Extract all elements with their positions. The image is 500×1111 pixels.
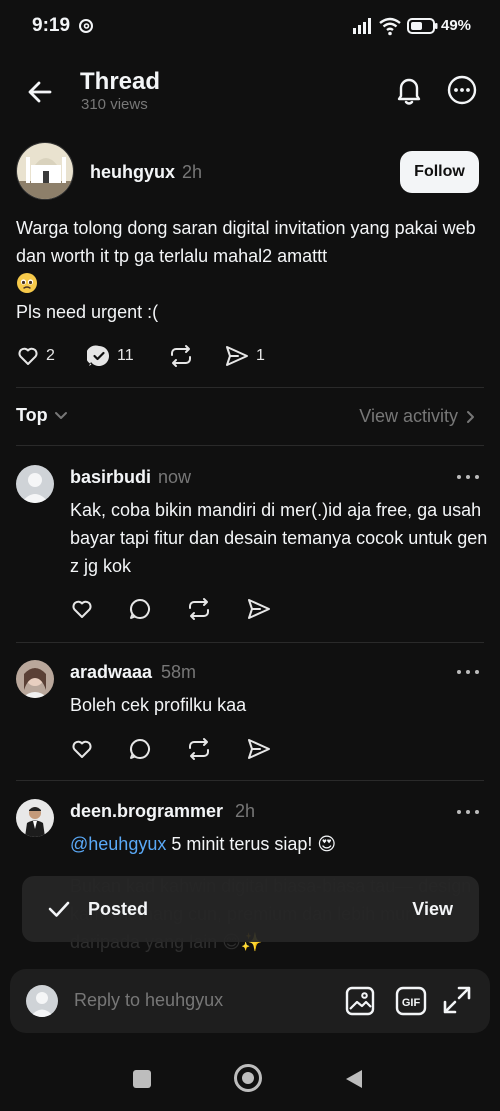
divider [16, 780, 484, 781]
avatar [26, 985, 58, 1017]
mention-link[interactable]: @heuhgyux [70, 834, 166, 854]
image-icon[interactable] [344, 985, 376, 1017]
posted-toast: Posted View [22, 876, 479, 942]
view-activity-link[interactable]: View activity [359, 406, 476, 427]
status-bar: 9:19 49% [0, 0, 500, 54]
comment-username[interactable]: deen.brogrammer [70, 801, 223, 822]
chevron-right-icon [466, 410, 476, 424]
comment-username[interactable]: basirbudi [70, 467, 151, 488]
view-activity-label: View activity [359, 406, 458, 426]
wifi-icon [378, 16, 402, 36]
follow-button[interactable]: Follow [400, 151, 479, 193]
signal-icon [352, 17, 374, 35]
share-count: 1 [256, 347, 265, 364]
back-arrow-icon[interactable] [24, 76, 56, 108]
avatar[interactable] [16, 799, 54, 837]
back-nav-icon[interactable] [344, 1068, 364, 1090]
sort-dropdown[interactable]: Top [16, 405, 68, 426]
reply-input[interactable]: Reply to heuhgyux [74, 990, 223, 1011]
reply-count: 11 [117, 347, 134, 364]
share-button[interactable]: 1 [224, 344, 265, 368]
post-text-line1: Warga tolong dong saran digital invitati… [16, 218, 476, 266]
recents-button[interactable] [133, 1070, 151, 1088]
bell-icon[interactable] [393, 74, 425, 106]
send-icon [224, 344, 250, 368]
toast-view-button[interactable]: View [412, 899, 453, 920]
comment-text: Kak, coba bikin mandiri di mer(.)id aja … [70, 500, 488, 576]
home-button[interactable] [234, 1064, 262, 1092]
comment-time: now [158, 467, 192, 487]
more-icon[interactable] [455, 668, 481, 678]
status-time: 9:19 [32, 15, 71, 36]
heart-icon [16, 344, 40, 368]
comment-text: Boleh cek profilku kaa [70, 695, 247, 715]
battery-percent: 49% [441, 17, 472, 34]
comment-username[interactable]: aradwaaa [70, 662, 152, 683]
chevron-down-icon [54, 411, 68, 421]
pleading-emoji-icon [16, 272, 38, 294]
repost-icon[interactable] [186, 737, 212, 761]
repost-icon[interactable] [186, 597, 212, 621]
comment-time: 2h [235, 801, 256, 821]
comment-text: @heuhgyux 5 minit terus siap! 😍 [70, 830, 488, 858]
divider [16, 445, 484, 446]
page-title: Thread [80, 68, 161, 95]
threads-icon [78, 18, 94, 34]
view-count: 310 views [81, 96, 148, 113]
reply-check-icon [87, 344, 111, 368]
like-button[interactable]: 2 [16, 344, 55, 368]
more-icon[interactable] [455, 473, 481, 483]
post-username[interactable]: heuhgyux [90, 162, 175, 183]
gif-label: GIF [402, 997, 421, 1009]
send-icon[interactable] [246, 597, 272, 621]
comment-text-body: 5 minit terus siap! 😍 [166, 834, 337, 854]
more-options-icon[interactable] [446, 74, 478, 106]
repost-icon [168, 344, 194, 368]
heart-icon[interactable] [70, 597, 94, 621]
replies-button[interactable]: 11 [87, 344, 134, 368]
post-text: Warga tolong dong saran digital invitati… [16, 214, 486, 326]
reply-bar[interactable]: Reply to heuhgyux GIF [10, 969, 490, 1033]
comment-icon[interactable] [128, 597, 152, 621]
comment-actions [70, 737, 272, 761]
avatar[interactable] [16, 660, 54, 698]
divider [16, 387, 484, 388]
gif-icon[interactable]: GIF [395, 985, 427, 1017]
send-icon[interactable] [246, 737, 272, 761]
comment-actions [70, 597, 272, 621]
check-icon [48, 898, 70, 920]
post-text-line2: Pls need urgent :( [16, 302, 159, 322]
battery-icon [407, 17, 439, 35]
divider [16, 642, 484, 643]
heart-icon[interactable] [70, 737, 94, 761]
expand-icon[interactable] [442, 985, 472, 1015]
repost-button[interactable] [168, 344, 194, 368]
avatar[interactable] [16, 142, 74, 200]
comment-time: 58m [161, 662, 197, 682]
more-icon[interactable] [455, 808, 481, 818]
avatar[interactable] [16, 465, 54, 503]
like-count: 2 [46, 347, 55, 364]
sort-label: Top [16, 405, 48, 425]
toast-label: Posted [88, 899, 149, 919]
comment-icon[interactable] [128, 737, 152, 761]
post-time: 2h [182, 162, 203, 182]
